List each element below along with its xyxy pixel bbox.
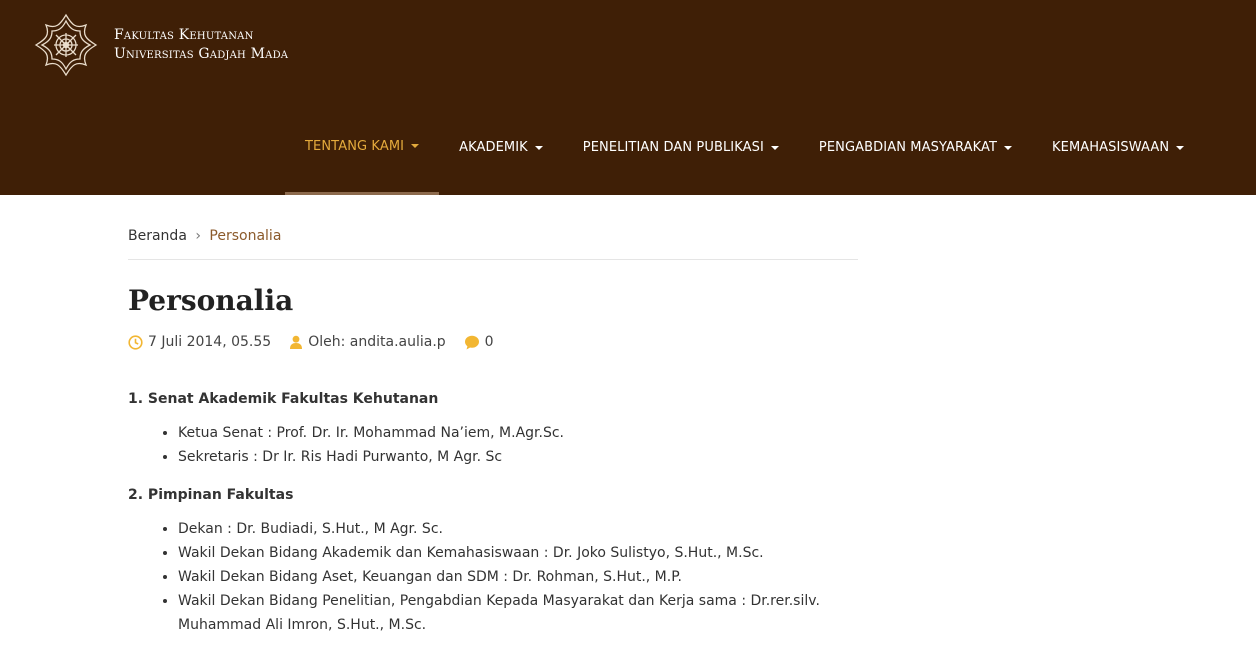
breadcrumb-separator: › <box>195 228 201 244</box>
nav-item-akademik[interactable]: AKADEMIK <box>439 100 563 195</box>
clock-icon <box>128 334 143 350</box>
nav-item-penelitian-dan-publikasi[interactable]: PENELITIAN DAN PUBLIKASI <box>563 100 799 195</box>
caret-down-icon <box>411 144 420 148</box>
caret-down-icon <box>1004 145 1012 150</box>
section-list-senat: Ketua Senat : Prof. Dr. Ir. Mohammad Na’… <box>128 421 858 469</box>
nav-item-pengabdian-masyarakat[interactable]: PENGABDIAN MASYARAKAT <box>799 100 1032 195</box>
nav-item-tentang-kami[interactable]: TENTANG KAMI <box>285 100 440 195</box>
post-comments[interactable]: 0 <box>464 334 494 350</box>
post-author: Oleh: andita.aulia.p <box>289 334 446 350</box>
user-icon <box>290 335 303 349</box>
list-item: Wakil Dekan Bidang Akademik dan Kemahasi… <box>178 541 858 565</box>
post-meta: 7 Juli 2014, 05.55 Oleh: andita.aulia.p … <box>128 334 858 350</box>
comment-icon <box>464 335 479 349</box>
breadcrumb-home-link[interactable]: Beranda <box>128 228 187 244</box>
post-comments-count: 0 <box>484 334 494 350</box>
nav-item-kemahasiswaan[interactable]: KEMAHASISWAAN <box>1032 100 1204 195</box>
main-content: Beranda › Personalia Personalia 7 Juli 2… <box>128 195 858 637</box>
list-item: Sekretaris : Dr Ir. Ris Hadi Purwanto, M… <box>178 445 858 469</box>
breadcrumb: Beranda › Personalia <box>128 228 858 260</box>
nav-item-label: PENGABDIAN MASYARAKAT <box>818 140 997 155</box>
post-date: 7 Juli 2014, 05.55 <box>128 334 271 350</box>
section-list-pimpinan: Dekan : Dr. Budiadi, S.Hut., M Agr. Sc. … <box>128 517 858 637</box>
section-title-pimpinan: 2. Pimpinan Fakultas <box>128 487 294 503</box>
nav-item-label: TENTANG KAMI <box>305 138 405 154</box>
nav-item-label: AKADEMIK <box>459 140 528 155</box>
nav-item-label: KEMAHASISWAAN <box>1052 140 1170 155</box>
caret-down-icon <box>770 145 779 150</box>
caret-down-icon <box>534 145 543 150</box>
list-item: Wakil Dekan Bidang Penelitian, Pengabdia… <box>178 589 858 637</box>
brand-line-university: Universitas Gadjah Mada <box>114 46 289 62</box>
list-item: Wakil Dekan Bidang Aset, Keuangan dan SD… <box>178 565 858 589</box>
section-title-senat: 1. Senat Akademik Fakultas Kehutanan <box>128 391 439 407</box>
post-author-text: Oleh: andita.aulia.p <box>308 334 446 350</box>
post-date-text: 7 Juli 2014, 05.55 <box>148 334 272 350</box>
site-header: Fakultas Kehutanan Universitas Gadjah Ma… <box>0 0 1256 195</box>
page-title: Personalia <box>128 284 294 317</box>
brand-link[interactable]: Fakultas Kehutanan Universitas Gadjah Ma… <box>32 11 288 79</box>
list-item: Ketua Senat : Prof. Dr. Ir. Mohammad Na’… <box>178 421 858 445</box>
caret-down-icon <box>1176 145 1185 150</box>
brand-line-faculty: Fakultas Kehutanan <box>114 27 254 43</box>
brand-name: Fakultas Kehutanan Universitas Gadjah Ma… <box>114 26 288 64</box>
breadcrumb-current: Personalia <box>209 228 282 244</box>
list-item: Dekan : Dr. Budiadi, S.Hut., M Agr. Sc. <box>178 517 858 541</box>
nav-item-label: PENELITIAN DAN PUBLIKASI <box>582 140 764 155</box>
ugm-logo-icon <box>34 13 98 77</box>
main-nav: TENTANG KAMI AKADEMIK PENELITIAN DAN PUB… <box>285 100 1204 195</box>
